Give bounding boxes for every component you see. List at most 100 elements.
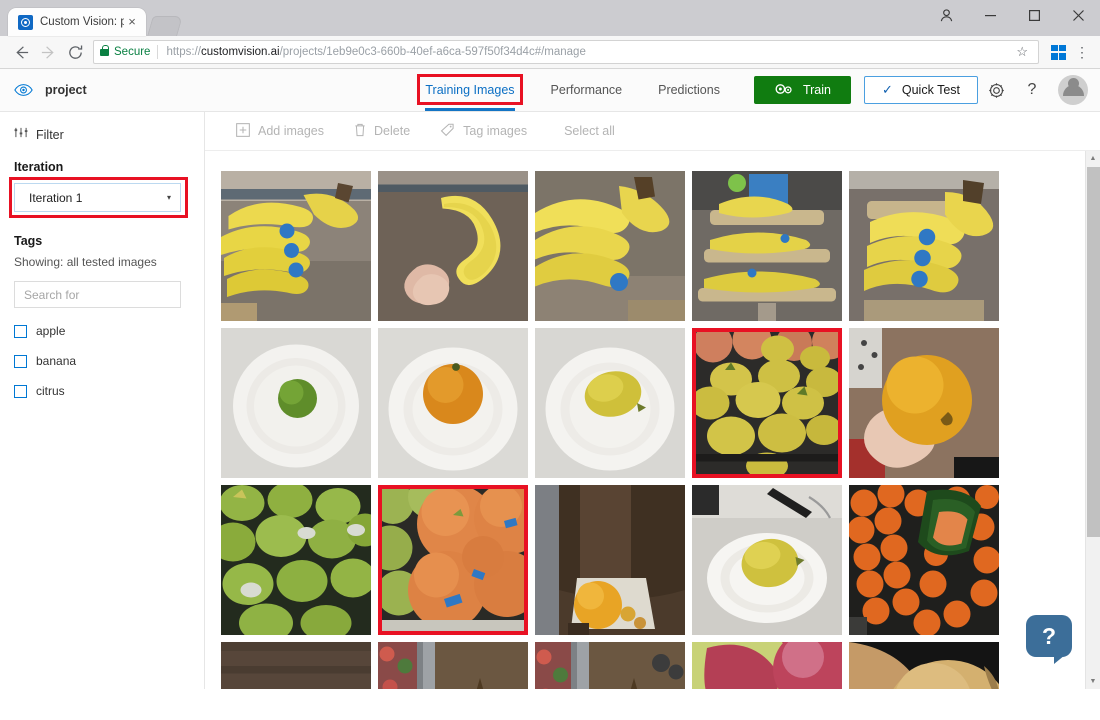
thumbnail-green-apple-market-2 (535, 642, 685, 689)
filter-sliders-icon (14, 126, 28, 144)
tab-performance[interactable]: Performance (533, 69, 641, 111)
thumbnail-bananas-stickers (849, 171, 999, 321)
quick-test-button[interactable]: ✓ Quick Test (863, 76, 978, 104)
iteration-dropdown-value: Iteration 1 (29, 190, 83, 205)
user-avatar[interactable] (1058, 75, 1088, 105)
tag-label-apple: apple (36, 324, 66, 338)
image-cell[interactable] (692, 485, 842, 635)
image-cell[interactable] (378, 642, 528, 689)
image-cell-selected[interactable] (692, 328, 842, 478)
filter-row[interactable]: Filter (14, 126, 186, 144)
image-cell[interactable] (849, 328, 999, 478)
filter-label: Filter (36, 128, 64, 142)
image-cell[interactable] (849, 171, 999, 321)
add-images-button[interactable]: Add images (221, 112, 339, 150)
image-cell[interactable] (692, 171, 842, 321)
tag-item-banana[interactable]: banana (14, 354, 186, 368)
tag-checkbox-apple[interactable] (14, 324, 27, 338)
checkmark-icon: ✓ (881, 82, 893, 97)
help-chat-bubble-icon[interactable]: ? (1026, 615, 1072, 664)
trash-icon (354, 123, 366, 140)
tag-checkbox-banana[interactable] (14, 354, 27, 368)
omnibox-divider (157, 45, 159, 59)
tag-icon (440, 123, 455, 140)
reload-icon[interactable] (62, 39, 89, 66)
eye-icon (14, 83, 33, 97)
secure-label: Secure (114, 46, 151, 58)
star-icon[interactable]: ☆ (1016, 44, 1028, 60)
image-cell-selected[interactable] (378, 485, 528, 635)
tab-title: Custom Vision: project - (40, 16, 124, 28)
new-tab-button[interactable] (147, 16, 183, 36)
image-cell[interactable] (221, 485, 371, 635)
header-actions: Train ✓ Quick Test ? (738, 70, 1100, 110)
scrollbar-thumb[interactable] (1087, 167, 1100, 537)
image-cell[interactable] (535, 485, 685, 635)
train-button-label: Train (802, 83, 831, 97)
chrome-menu-icon[interactable]: ⋮ (1072, 44, 1092, 61)
tag-images-button[interactable]: Tag images (425, 112, 542, 150)
tab-predictions-label: Predictions (658, 83, 720, 97)
iteration-dropdown[interactable]: Iteration 1 ▾ (14, 183, 181, 212)
url-text: https://customvision.ai/projects/1eb9e0c… (166, 46, 586, 58)
image-cell[interactable] (221, 642, 371, 689)
minimize-button[interactable] (968, 0, 1012, 30)
tab-training-images-label: Training Images (425, 83, 515, 97)
image-cell[interactable] (378, 171, 528, 321)
browser-tab[interactable]: Custom Vision: project - × (8, 8, 146, 36)
app-header: project Training Images Performance Pred… (0, 69, 1100, 112)
thumbnail-single-banana (378, 171, 528, 321)
image-cell[interactable] (849, 642, 999, 689)
tag-images-label: Tag images (463, 124, 528, 138)
select-all-button[interactable]: Select all (542, 112, 630, 150)
tab-predictions[interactable]: Predictions (640, 69, 738, 111)
thumbnail-green-apple-market (378, 642, 528, 689)
image-cell[interactable] (849, 485, 999, 635)
back-icon[interactable] (8, 39, 35, 66)
address-bar[interactable]: Secure https://customvision.ai/projects/… (93, 40, 1039, 64)
vertical-scrollbar[interactable]: ▲ ▼ (1085, 151, 1100, 689)
tag-checkbox-citrus[interactable] (14, 384, 27, 398)
image-cell[interactable] (535, 328, 685, 478)
image-cell[interactable] (692, 642, 842, 689)
chevron-down-icon: ▾ (166, 193, 171, 202)
thumbnail-pink-apples (692, 642, 842, 689)
image-cell[interactable] (221, 328, 371, 478)
microsoft-store-icon[interactable] (1051, 44, 1066, 60)
thumbnail-mandarins-mesh-bags (849, 485, 999, 635)
train-button[interactable]: Train (753, 76, 851, 104)
account-icon[interactable] (924, 0, 968, 30)
scroll-up-arrow[interactable]: ▲ (1086, 151, 1100, 166)
thumbnail-orange-in-bag-box (535, 485, 685, 635)
maximize-button[interactable] (1012, 0, 1056, 30)
gear-icon[interactable] (978, 70, 1014, 110)
tag-item-citrus[interactable]: citrus (14, 384, 186, 398)
question-mark-icon[interactable]: ? (1014, 70, 1050, 110)
select-all-label: Select all (564, 124, 615, 138)
thumbnail-red-apple-table (221, 642, 371, 689)
scroll-down-arrow[interactable]: ▼ (1086, 674, 1100, 689)
tag-item-apple[interactable]: apple (14, 324, 186, 338)
thumbnail-limes-crate (221, 485, 371, 635)
search-input[interactable] (14, 281, 181, 308)
browser-title-bar: Custom Vision: project - × (0, 0, 1100, 36)
gears-icon (774, 82, 794, 99)
image-cell[interactable] (378, 328, 528, 478)
tab-training-images[interactable]: Training Images (407, 69, 532, 111)
add-images-label: Add images (258, 124, 325, 138)
iteration-dropdown-wrap: Iteration 1 ▾ (9, 177, 188, 218)
close-button[interactable] (1056, 0, 1100, 30)
thumbnail-lemon-plate (535, 328, 685, 478)
delete-button[interactable]: Delete (339, 112, 425, 150)
main-content: Add images Delete Tag images Select all (205, 112, 1100, 689)
thumbnail-lime-plate (221, 328, 371, 478)
tab-close-icon[interactable]: × (124, 14, 140, 30)
image-cell[interactable] (535, 642, 685, 689)
app-body: Filter Iteration Iteration 1 ▾ Tags Show… (0, 112, 1100, 689)
image-cell[interactable] (535, 171, 685, 321)
thumbnail-golden-apple (849, 642, 999, 689)
image-cell[interactable] (221, 171, 371, 321)
thumbnail-lemons-grapefruit-bin (692, 328, 842, 478)
thumbnail-banana-display (692, 171, 842, 321)
thumbnail-banana-bunch (535, 171, 685, 321)
